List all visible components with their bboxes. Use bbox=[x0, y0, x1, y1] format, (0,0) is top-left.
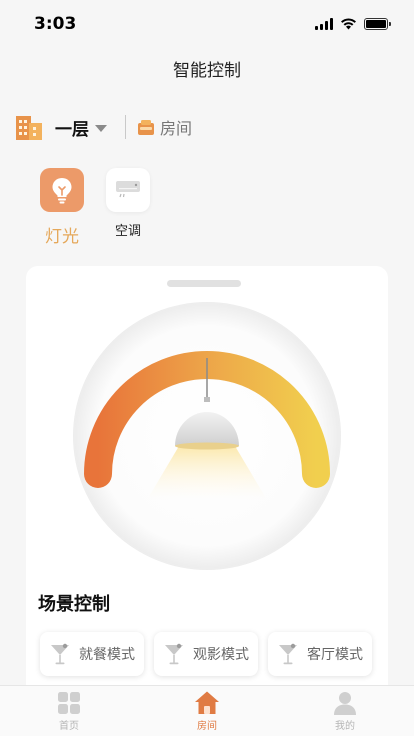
bottom-tab-bar: 首页 房间 我的 bbox=[0, 685, 414, 736]
light-control-card: 场景控制 就餐模式 观影模式 客厅模式 bbox=[26, 266, 388, 696]
tab-light-label: 灯光 bbox=[45, 227, 79, 247]
light-tile bbox=[40, 168, 84, 212]
divider bbox=[125, 115, 126, 139]
scene-buttons: 就餐模式 观影模式 客厅模式 bbox=[40, 632, 372, 676]
floor-label: 一层 bbox=[55, 119, 89, 140]
scene-dining-button[interactable]: 就餐模式 bbox=[40, 632, 144, 676]
air-conditioner-icon bbox=[116, 181, 140, 198]
tab-air-conditioner-label: 空调 bbox=[114, 224, 141, 239]
tab-home-label: 首页 bbox=[59, 721, 79, 732]
scene-dining-label: 就餐模式 bbox=[79, 647, 135, 663]
tab-profile-label: 我的 bbox=[335, 721, 355, 732]
tab-light[interactable]: 灯光 bbox=[37, 168, 87, 247]
light-bulb-icon bbox=[52, 178, 72, 204]
cocktail-glass-icon bbox=[51, 643, 69, 665]
scene-living-room-label: 客厅模式 bbox=[307, 647, 363, 663]
brightness-dial[interactable] bbox=[71, 300, 343, 572]
cocktail-glass-icon bbox=[165, 643, 183, 665]
house-icon bbox=[195, 691, 219, 714]
cellular-signal-icon bbox=[315, 18, 333, 30]
status-bar: 3:03 bbox=[0, 0, 414, 48]
battery-icon bbox=[364, 18, 391, 30]
scene-living-room-button[interactable]: 客厅模式 bbox=[268, 632, 372, 676]
grid-icon bbox=[58, 692, 80, 714]
room-selector[interactable]: 房间 bbox=[138, 115, 192, 139]
tab-room-label: 房间 bbox=[197, 721, 217, 732]
tab-profile[interactable]: 我的 bbox=[305, 686, 385, 732]
cocktail-glass-icon bbox=[279, 643, 297, 665]
scene-movie-button[interactable]: 观影模式 bbox=[154, 632, 258, 676]
location-selector: 一层 房间 bbox=[15, 110, 399, 144]
page-title: 智能控制 bbox=[173, 61, 241, 81]
status-icons bbox=[315, 18, 391, 30]
floor-dropdown[interactable]: 一层 bbox=[55, 115, 107, 140]
building-icon bbox=[16, 116, 42, 140]
tab-home[interactable]: 首页 bbox=[29, 686, 109, 732]
tab-room[interactable]: 房间 bbox=[167, 686, 247, 732]
room-icon bbox=[138, 119, 154, 135]
wifi-icon bbox=[341, 18, 356, 30]
scene-section-title: 场景控制 bbox=[38, 594, 110, 615]
room-label: 房间 bbox=[160, 119, 193, 138]
drag-handle[interactable] bbox=[167, 280, 241, 287]
status-time: 3:03 bbox=[34, 14, 77, 34]
air-conditioner-tile bbox=[106, 168, 150, 212]
caret-down-icon bbox=[95, 125, 107, 132]
person-icon bbox=[334, 692, 356, 715]
scene-movie-label: 观影模式 bbox=[193, 647, 249, 663]
tab-air-conditioner[interactable]: 空调 bbox=[103, 168, 153, 239]
